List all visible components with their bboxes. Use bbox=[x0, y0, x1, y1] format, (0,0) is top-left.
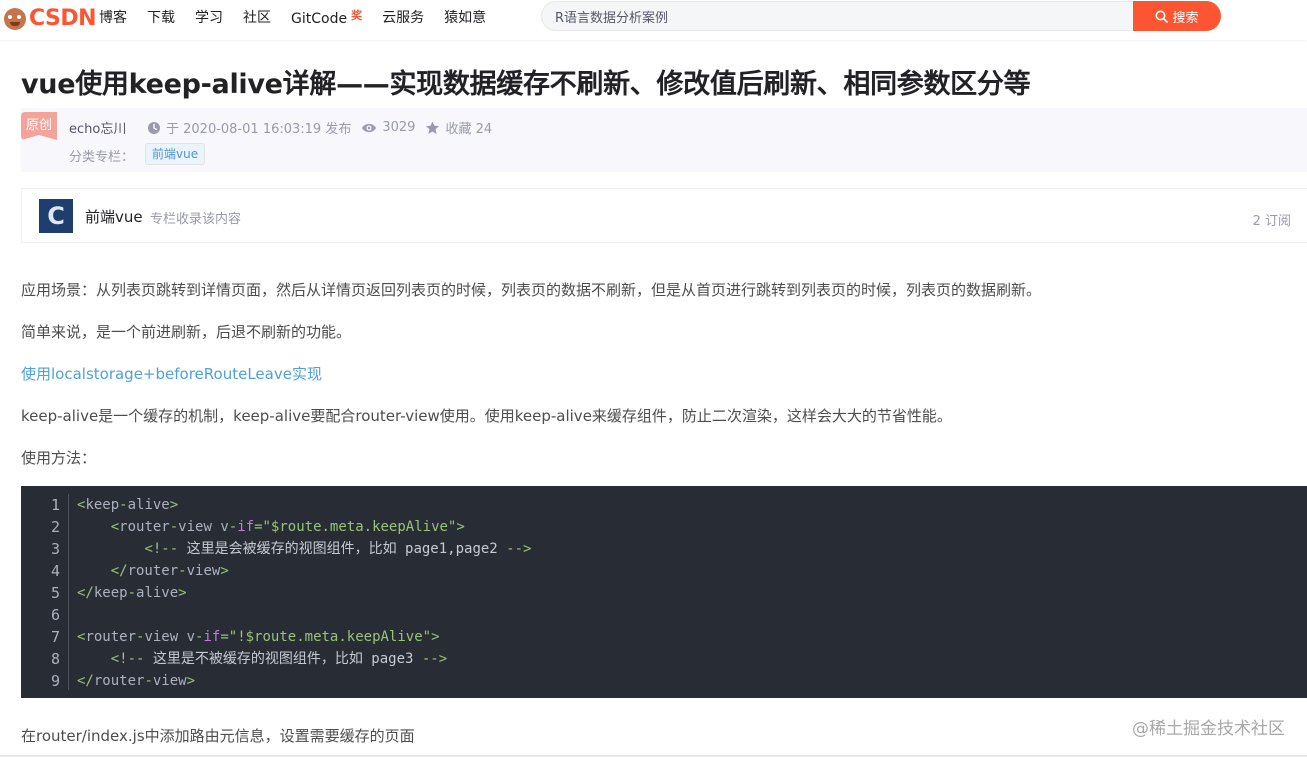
line-number: 9 bbox=[50, 672, 60, 690]
code-lines: <keep-alive> <router-view v-if="$route.m… bbox=[77, 494, 531, 692]
column-name[interactable]: 前端vue bbox=[85, 206, 143, 227]
column-desc: 专栏收录该内容 bbox=[150, 212, 242, 227]
nav-item-yuanruyi[interactable]: 猿如意 bbox=[444, 7, 486, 27]
line-number: 1 bbox=[50, 496, 60, 514]
article-meta: 原创 echo忘川 于 2020-08-01 16:03:19 发布 3029 … bbox=[21, 108, 1307, 172]
line-numbers: 1 2 3 4 5 6 7 8 9 bbox=[21, 494, 68, 692]
paragraph-router-meta: 在router/index.js中添加路由元信息，设置需要缓存的页面 bbox=[21, 727, 415, 745]
localstorage-link[interactable]: 使用localstorage+beforeRouteLeave实现 bbox=[21, 363, 322, 384]
original-badge: 原创 bbox=[21, 112, 57, 140]
nav-item-gitcode[interactable]: GitCode 奖 bbox=[291, 7, 362, 27]
line-number: 8 bbox=[50, 650, 60, 668]
code-line-5: </keep-alive> bbox=[77, 585, 187, 601]
line-number: 6 bbox=[50, 606, 60, 624]
watermark: @稀土掘金技术社区 bbox=[1132, 719, 1285, 739]
line-number: 7 bbox=[50, 628, 60, 646]
search-input[interactable] bbox=[541, 1, 1141, 31]
publish-time: 于 2020-08-01 16:03:19 发布 bbox=[147, 118, 351, 137]
search-box: 搜索 bbox=[541, 1, 1221, 31]
csdn-logo[interactable]: CSDN bbox=[4, 6, 97, 31]
line-number: 3 bbox=[50, 540, 60, 558]
favorite-count[interactable]: 收藏 24 bbox=[425, 118, 492, 137]
nav-item-cloud[interactable]: 云服务 bbox=[382, 7, 424, 27]
code-line-9: </router-view> bbox=[77, 673, 196, 689]
nav-item-community[interactable]: 社区 bbox=[243, 7, 271, 27]
nav-item-download[interactable]: 下载 bbox=[147, 7, 175, 27]
column-subscribers: 2 订阅 bbox=[1252, 214, 1291, 229]
code-comment-1: 这里是会被缓存的视图组件，比如 page1,page2 bbox=[186, 541, 498, 557]
meta-stats: 于 2020-08-01 16:03:19 发布 3029 收藏 24 bbox=[147, 118, 502, 137]
code-block[interactable]: 1 2 3 4 5 6 7 8 9 <keep-alive> <router-v… bbox=[21, 486, 1307, 698]
column-card[interactable]: C 前端vue 专栏收录该内容 2 订阅 bbox=[21, 188, 1307, 243]
article-title: vue使用keep-alive详解——实现数据缓存不刷新、修改值后刷新、相同参数… bbox=[21, 69, 1031, 100]
search-icon bbox=[1155, 10, 1169, 23]
search-button-label: 搜索 bbox=[1172, 10, 1199, 26]
line-number: 2 bbox=[50, 518, 60, 536]
line-number: 5 bbox=[50, 584, 60, 602]
code-line-2: <router-view v-if="$route.meta.keepAlive… bbox=[110, 519, 465, 535]
nav-item-learn[interactable]: 学习 bbox=[195, 7, 223, 27]
code-line-1: <keep-alive> bbox=[77, 497, 179, 513]
author-name[interactable]: echo忘川 bbox=[69, 118, 126, 137]
logo-text: CSDN bbox=[29, 6, 97, 31]
code-line-3: <!-- 这里是会被缓存的视图组件，比如 page1,page2 --> bbox=[144, 541, 532, 557]
nav-item-blog[interactable]: 博客 bbox=[99, 7, 127, 27]
view-count-text: 3029 bbox=[382, 120, 416, 135]
code-line-4: </router-view> bbox=[110, 563, 229, 579]
eye-icon bbox=[362, 123, 377, 132]
top-nav-bar: CSDN 博客 下载 学习 社区 GitCode奖 云服务 猿如意 搜索 bbox=[0, 0, 1307, 40]
category-tag[interactable]: 前端vue bbox=[145, 143, 206, 165]
paragraph-summary: 简单来说，是一个前进刷新，后退不刷新的功能。 bbox=[21, 323, 352, 341]
paragraph-keep-alive: keep-alive是一个缓存的机制，keep-alive要配合router-v… bbox=[21, 407, 952, 425]
paragraph-scenario: 应用场景：从列表页跳转到详情页面，然后从详情页返回列表页的时候，列表页的数据不刷… bbox=[21, 281, 1042, 299]
gutter-divider bbox=[68, 494, 69, 690]
publish-time-text: 于 2020-08-01 16:03:19 发布 bbox=[166, 122, 352, 137]
category-label: 分类专栏： bbox=[69, 150, 135, 165]
paragraph-usage: 使用方法： bbox=[21, 449, 97, 467]
nav-item-gitcode-label: GitCode bbox=[291, 11, 348, 27]
column-avatar: C bbox=[39, 199, 73, 233]
star-icon bbox=[426, 121, 440, 134]
view-count: 3029 bbox=[361, 120, 415, 135]
mascot-icon bbox=[4, 7, 26, 30]
line-number: 4 bbox=[50, 562, 60, 580]
code-line-7: <router-view v-if="!$route.meta.keepAliv… bbox=[77, 629, 440, 645]
gitcode-award-badge: 奖 bbox=[351, 9, 363, 22]
favorite-count-text: 收藏 24 bbox=[445, 122, 493, 137]
main-nav: 博客 下载 学习 社区 GitCode 奖 云服务 猿如意 bbox=[99, 0, 506, 34]
search-button[interactable]: 搜索 bbox=[1133, 1, 1221, 31]
clock-icon bbox=[148, 121, 160, 134]
code-line-8: <!-- 这里是不被缓存的视图组件，比如 page3 --> bbox=[110, 651, 448, 667]
code-comment-2: 这里是不被缓存的视图组件，比如 page3 bbox=[152, 651, 414, 667]
